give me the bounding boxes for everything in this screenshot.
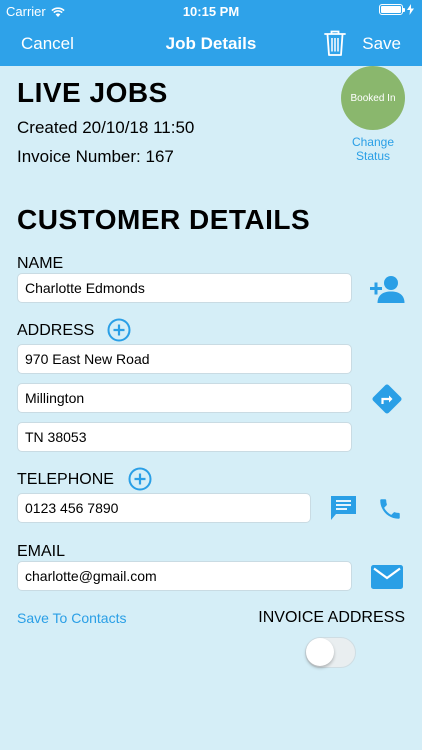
status-time: 10:15 PM (182, 4, 240, 19)
status-badge[interactable]: Booked In (341, 66, 405, 130)
battery-icon (379, 4, 405, 15)
invoice-address-label: INVOICE ADDRESS (258, 609, 405, 626)
address-line3-field[interactable] (17, 422, 352, 452)
live-jobs-heading: LIVE JOBS (17, 77, 168, 108)
directions-icon[interactable] (371, 383, 403, 415)
save-button[interactable]: Save (362, 34, 401, 54)
name-label: NAME (17, 255, 64, 272)
telephone-label: TELEPHONE (17, 471, 114, 488)
status-badge-label: Booked In (350, 92, 396, 104)
address-label: ADDRESS (17, 322, 95, 339)
save-to-contacts-link[interactable]: Save To Contacts (17, 610, 126, 626)
trash-icon[interactable] (323, 29, 347, 57)
invoice-number: Invoice Number: 167 (17, 147, 174, 166)
message-icon[interactable] (330, 495, 357, 522)
email-field[interactable] (17, 561, 352, 591)
phone-icon[interactable] (377, 496, 403, 522)
navigation-bar: Cancel Job Details Save (0, 22, 422, 66)
created-date: Created 20/10/18 11:50 (17, 118, 195, 137)
address-line1-field[interactable] (17, 344, 352, 374)
email-label: EMAIL (17, 543, 66, 560)
status-right (379, 4, 414, 15)
customer-details-heading: CUSTOMER DETAILS (17, 204, 311, 235)
charging-icon (407, 4, 414, 15)
invoice-address-toggle[interactable] (305, 637, 356, 668)
toggle-knob (306, 638, 334, 666)
change-status-button[interactable]: Change Status (335, 135, 411, 163)
address-line2-field[interactable] (17, 383, 352, 413)
name-field[interactable] (17, 273, 352, 303)
add-address-icon[interactable] (107, 318, 131, 342)
status-bar: Carrier 10:15 PM (0, 0, 422, 22)
envelope-icon[interactable] (371, 565, 403, 589)
add-telephone-icon[interactable] (128, 467, 152, 491)
person-add-icon[interactable] (369, 275, 405, 303)
cancel-button[interactable]: Cancel (21, 34, 74, 54)
telephone-field[interactable] (17, 493, 311, 523)
